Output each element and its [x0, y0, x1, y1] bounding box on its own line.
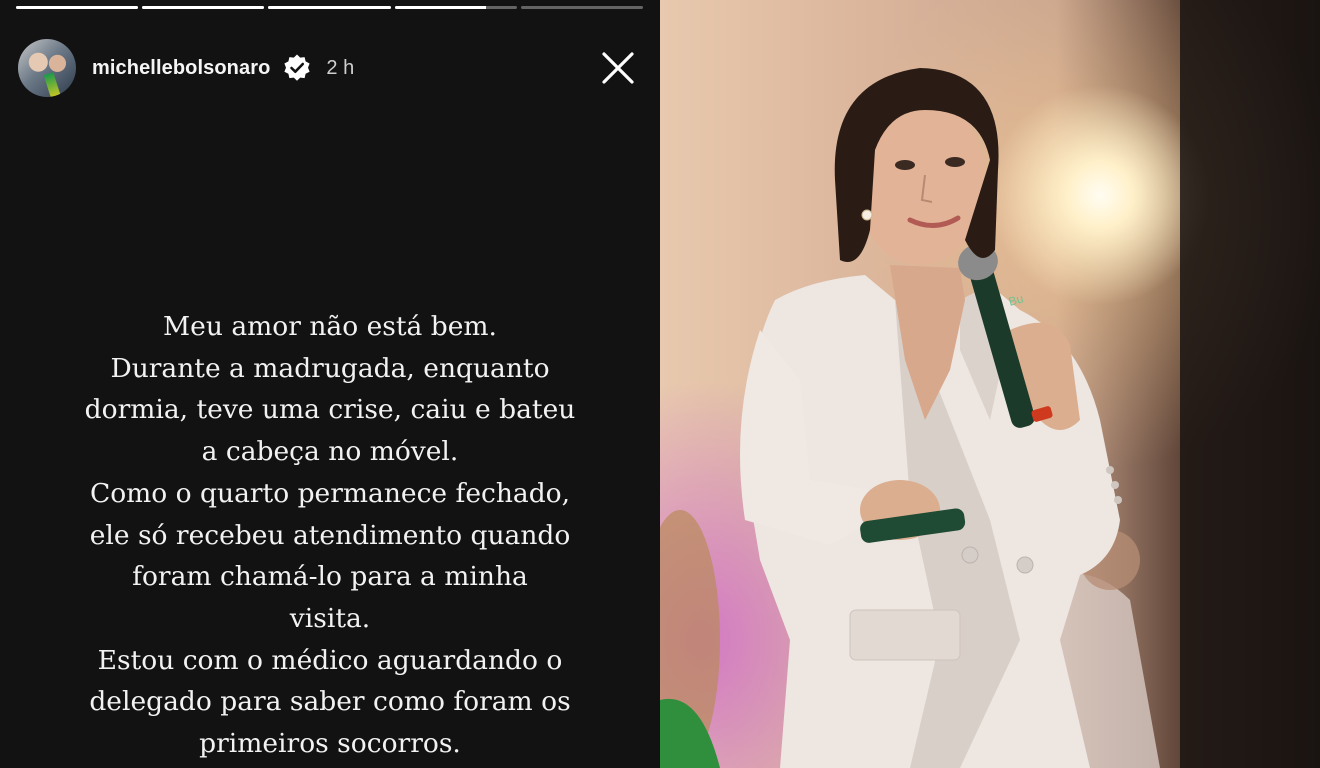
close-icon[interactable] [600, 50, 636, 86]
progress-segment [16, 6, 139, 9]
story-header: michellebolsonaro 2 h [18, 38, 640, 98]
story-text: Meu amor não está bem. Durante a madruga… [20, 306, 640, 765]
story-text-line: Meu amor não está bem. [163, 311, 497, 342]
progress-segment [268, 6, 391, 9]
progress-segment [394, 6, 517, 9]
story-text-line: delegado para saber como foram os [89, 686, 571, 718]
story-progress-bar [16, 6, 644, 10]
post-time: 2 h [326, 56, 355, 79]
story-panel: michellebolsonaro 2 h Meu amor não está … [0, 0, 660, 768]
story-text-line: a cabeça no móvel. [201, 436, 459, 468]
story-text-line: Como o quarto permanece fechado, [89, 477, 571, 509]
story-text-line: primeiros socorros. [199, 728, 461, 760]
mic-label: Bu [1007, 291, 1025, 309]
progress-segment [142, 6, 265, 9]
story-text-line: dormia, teve uma crise, caiu e bateu [84, 394, 576, 426]
story-text-line: visita. [289, 602, 371, 634]
story-text-line: Estou com o médico aguardando o [97, 644, 563, 676]
story-text-line: Durante a madrugada, enquanto [110, 352, 550, 384]
progress-segment [520, 6, 644, 9]
speaker-photo: Bu [660, 0, 1320, 768]
story-text-line: foram chamá-lo para a minha [132, 561, 528, 593]
verified-badge-icon [284, 54, 311, 81]
speaker-illustration: Bu [660, 0, 1320, 768]
story-text-line: ele só recebeu atendimento quando [89, 519, 571, 551]
avatar[interactable] [18, 39, 76, 97]
username[interactable]: michellebolsonaro [92, 57, 270, 80]
